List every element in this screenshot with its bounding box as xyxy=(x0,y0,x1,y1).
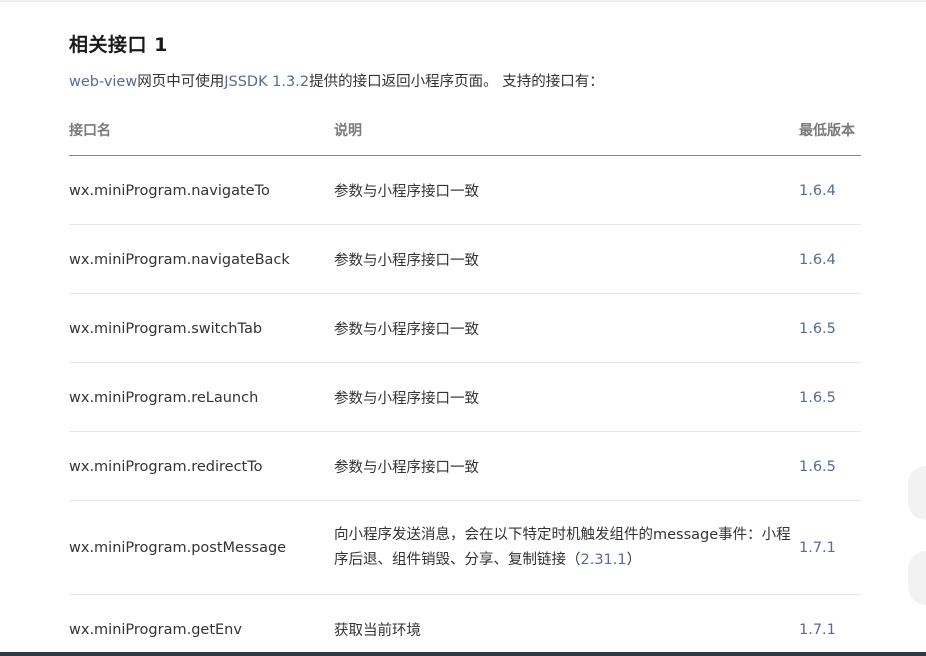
api-desc: 参数与小程序接口一致 xyxy=(334,293,799,363)
intro-text-1: 网页中可使用 xyxy=(137,74,225,90)
api-version: 1.7.1 xyxy=(799,621,836,638)
api-name: wx.miniProgram.navigateTo xyxy=(69,155,334,225)
api-desc-text: 向小程序发送消息，会在以下特定时机触发组件的message事件：小程序后退、组件… xyxy=(334,527,791,568)
section-heading: 相关接口 1 xyxy=(69,34,168,56)
api-version: 1.6.4 xyxy=(799,224,861,294)
api-name: wx.miniProgram.getEnv xyxy=(69,621,242,638)
docs-page: 相关接口 1 web-view网页中可使用JSSDK 1.3.2提供的接口返回小… xyxy=(0,0,926,656)
api-desc: 参数与小程序接口一致 xyxy=(334,431,799,501)
api-name: wx.miniProgram.reLaunch xyxy=(69,362,334,432)
floating-button-top[interactable] xyxy=(908,466,926,520)
table-row: wx.miniProgram.reLaunch 参数与小程序接口一致 1.6.5 xyxy=(69,362,861,432)
desc-version-link[interactable]: 2.31.1 xyxy=(581,552,627,568)
table-row: wx.miniProgram.navigateBack 参数与小程序接口一致 1… xyxy=(69,224,861,294)
table-row: wx.miniProgram.navigateTo 参数与小程序接口一致 1.6… xyxy=(69,155,861,225)
bottom-bar xyxy=(0,652,926,656)
intro-text-2: 提供的接口返回小程序页面。 支持的接口有： xyxy=(309,74,604,90)
api-desc-end: ） xyxy=(626,552,642,568)
api-name: wx.miniProgram.redirectTo xyxy=(69,431,334,501)
api-version: 1.6.5 xyxy=(799,431,861,501)
table-row: wx.miniProgram.switchTab 参数与小程序接口一致 1.6.… xyxy=(69,293,861,363)
api-desc: 向小程序发送消息，会在以下特定时机触发组件的message事件：小程序后退、组件… xyxy=(334,500,799,595)
web-view-link[interactable]: web-view xyxy=(69,74,137,90)
header-desc: 说明 xyxy=(334,106,799,156)
table-row: wx.miniProgram.postMessage 向小程序发送消息，会在以下… xyxy=(69,500,861,595)
intro-paragraph: web-view网页中可使用JSSDK 1.3.2提供的接口返回小程序页面。 支… xyxy=(69,70,604,91)
api-name: wx.miniProgram.navigateBack xyxy=(69,224,334,294)
api-desc: 参数与小程序接口一致 xyxy=(334,155,799,225)
jssdk-link[interactable]: JSSDK 1.3.2 xyxy=(224,74,309,90)
api-version: 1.6.5 xyxy=(799,362,861,432)
api-name: wx.miniProgram.switchTab xyxy=(69,293,334,363)
header-name: 接口名 xyxy=(69,106,334,156)
table-row: wx.miniProgram.getEnv 获取当前环境 1.7.1 xyxy=(69,594,861,656)
top-divider xyxy=(0,0,926,2)
api-version: 1.6.5 xyxy=(799,293,861,363)
api-version: 1.7.1 xyxy=(799,500,861,595)
floating-button-bottom[interactable] xyxy=(908,551,926,605)
api-desc: 参数与小程序接口一致 xyxy=(334,224,799,294)
api-desc: 获取当前环境 xyxy=(334,623,421,640)
api-name: wx.miniProgram.postMessage xyxy=(69,500,334,595)
api-table: 接口名 说明 最低版本 wx.miniProgram.navigateTo 参数… xyxy=(69,106,861,656)
table-header-row: 接口名 说明 最低版本 xyxy=(69,106,861,156)
api-desc: 参数与小程序接口一致 xyxy=(334,362,799,432)
api-version: 1.6.4 xyxy=(799,155,861,225)
table-row: wx.miniProgram.redirectTo 参数与小程序接口一致 1.6… xyxy=(69,431,861,501)
header-version: 最低版本 xyxy=(799,106,861,156)
